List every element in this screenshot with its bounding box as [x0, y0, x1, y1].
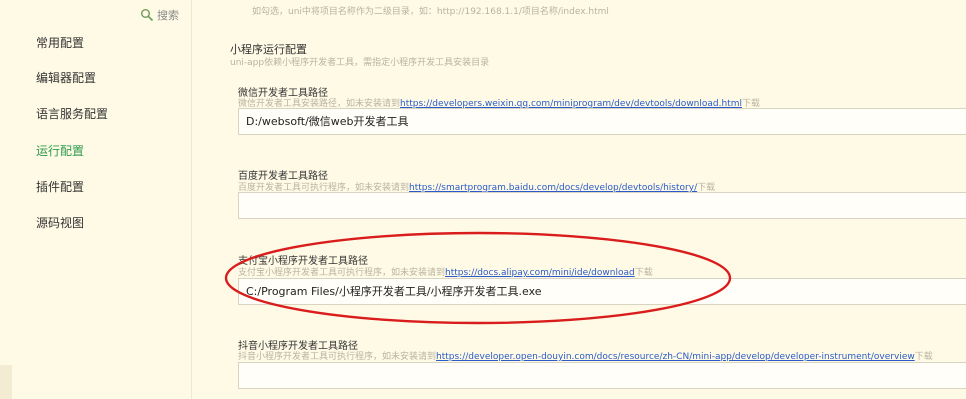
field-douyin-desc-text: 抖音小程序开发者工具可执行程序，如未安装请到 — [238, 352, 437, 362]
sidebar-item-editor[interactable]: 编辑器配置 — [36, 69, 96, 86]
sidebar-item-plugins[interactable]: 插件配置 — [36, 178, 84, 195]
field-alipay-desc-text: 支付宝小程序开发者工具可执行程序，如未安装请到 — [238, 268, 446, 278]
settings-panel: 如勾选，uni中将项目名称作为二级目录，如：http://192.168.1.1… — [192, 0, 966, 399]
sidebar: 搜索 常用配置 编辑器配置 语言服务配置 运行配置 插件配置 源码视图 — [0, 0, 192, 399]
field-douyin-desc: 抖音小程序开发者工具可执行程序，如未安装请到https://developer.… — [238, 349, 933, 362]
alipay-path-input[interactable]: C:/Program Files/小程序开发者工具/小程序开发者工具.exe — [238, 278, 966, 305]
field-alipay-desc-suffix: 下载 — [634, 268, 653, 278]
sidebar-item-language-service[interactable]: 语言服务配置 — [36, 105, 108, 122]
wechat-path-input[interactable]: D:/websoft/微信web开发者工具 — [238, 108, 966, 135]
top-hint: 如勾选，uni中将项目名称作为二级目录，如：http://192.168.1.1… — [252, 7, 609, 17]
field-douyin-desc-suffix: 下载 — [914, 352, 933, 362]
douyin-download-link[interactable]: https://developer.open-douyin.com/docs/r… — [436, 352, 915, 362]
search-icon — [141, 9, 154, 22]
search-label: 搜索 — [157, 9, 179, 22]
douyin-path-input[interactable] — [238, 362, 966, 389]
sidebar-item-common[interactable]: 常用配置 — [36, 34, 84, 51]
sidebar-edge-strip — [0, 365, 12, 399]
field-alipay-desc: 支付宝小程序开发者工具可执行程序，如未安装请到https://docs.alip… — [238, 265, 653, 278]
sidebar-search[interactable]: 搜索 — [140, 7, 179, 23]
sidebar-item-source-view[interactable]: 源码视图 — [36, 214, 84, 231]
baidu-path-input[interactable] — [238, 192, 966, 219]
section-subtitle: uni-app依赖小程序开发者工具，需指定小程序开发工具安装目录 — [230, 58, 490, 68]
alipay-download-link[interactable]: https://docs.alipay.com/mini/ide/downloa… — [445, 268, 635, 278]
sidebar-item-run[interactable]: 运行配置 — [36, 142, 84, 159]
